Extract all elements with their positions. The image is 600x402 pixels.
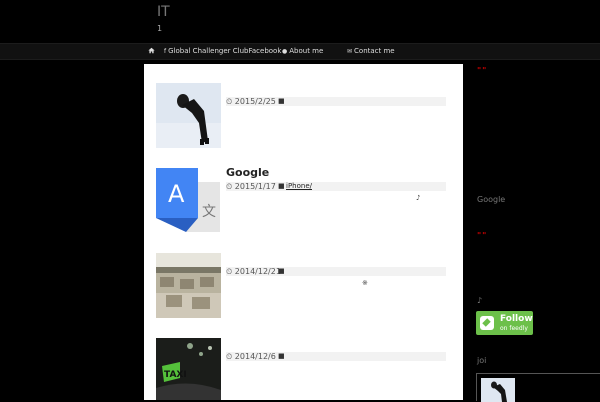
nav-item-label: Contact me xyxy=(354,47,395,55)
post-date: ⏲ 2014/12/6 xyxy=(226,352,276,361)
envelope-icon: ✉ xyxy=(347,48,353,55)
nav-item-facebook[interactable]: f Global Challenger ClubFacebook xyxy=(164,44,281,59)
post-date-text: 2014/12/6 xyxy=(234,352,276,361)
user-icon: ● xyxy=(282,48,288,55)
feedly-title: Follow xyxy=(500,314,533,324)
post-category-link[interactable]: iPhone/ xyxy=(286,182,312,191)
google-translate-thumb: A 文 xyxy=(156,168,221,233)
sidebar-heading-mark: "" xyxy=(477,231,488,240)
sidebar-google-text: Google xyxy=(477,195,506,204)
svg-text:A: A xyxy=(168,180,185,208)
post-meta: ⏲ 2014/12/6 ■ xyxy=(226,352,446,361)
bowing-man-icon xyxy=(481,378,515,402)
feedly-follow-button[interactable]: Follow on feedly xyxy=(476,311,533,335)
sidebar-profile-card[interactable] xyxy=(476,373,600,402)
svg-text:TAXI: TAXI xyxy=(164,370,187,380)
nav-item-label: About me xyxy=(289,47,324,55)
nav-item-about[interactable]: ● About me xyxy=(282,44,323,59)
post-meta: ⏲ 2015/2/25 ■ xyxy=(226,97,446,106)
asterisk-glyph: ※ xyxy=(362,279,368,287)
home-icon xyxy=(148,47,155,54)
folder-icon: ■ xyxy=(278,352,285,360)
post-date: ⏲ 2014/12/21 xyxy=(226,267,281,276)
post-date-text: 2015/1/17 xyxy=(234,182,276,191)
taxi-thumb: TAXI xyxy=(156,338,221,400)
nav-item-label: Global Challenger ClubFacebook xyxy=(168,47,282,55)
post-thumbnail[interactable]: A 文 xyxy=(156,168,221,233)
main-navbar: f Global Challenger ClubFacebook ● About m… xyxy=(0,43,600,60)
post-thumbnail[interactable] xyxy=(156,83,221,148)
bowing-man-thumb xyxy=(156,83,221,148)
feedly-icon xyxy=(480,316,494,330)
sidebar-profile-text: joi xyxy=(477,356,487,365)
office-thumb xyxy=(156,253,221,318)
site-title[interactable]: IT xyxy=(157,4,170,20)
post-meta: ⏲ 2014/12/21 ■ xyxy=(226,267,446,276)
nav-home[interactable] xyxy=(148,44,155,59)
svg-text:文: 文 xyxy=(202,204,216,220)
post-date: ⏲ 2015/2/25 xyxy=(226,97,276,106)
folder-icon: ■ xyxy=(278,182,285,190)
nav-item-contact[interactable]: ✉ Contact me xyxy=(347,44,395,59)
profile-thumbnail xyxy=(481,378,515,402)
sidebar-heading-mark: "" xyxy=(477,66,488,75)
post-thumbnail[interactable]: TAXI xyxy=(156,338,221,400)
post-meta: ⏲ 2015/1/17 ■ iPhone/ xyxy=(226,182,446,191)
post-date-text: 2014/12/21 xyxy=(234,267,281,276)
post-date-text: 2015/2/25 xyxy=(234,97,276,106)
note-glyph: ♪ xyxy=(416,194,421,202)
folder-icon: ■ xyxy=(278,97,285,105)
post-title[interactable]: Google xyxy=(226,166,269,179)
folder-icon: ■ xyxy=(278,267,285,275)
main-content: ⏲ 2015/2/25 ■ A 文 Google ⏲ 2015/1/17 ■ i… xyxy=(144,64,463,400)
post-date: ⏲ 2015/1/17 xyxy=(226,182,276,191)
facebook-icon: f xyxy=(164,48,167,55)
feedly-subtitle: on feedly xyxy=(500,325,528,332)
site-subtitle: 1 xyxy=(157,24,163,33)
post-thumbnail[interactable] xyxy=(156,253,221,318)
site-header: IT 1 xyxy=(0,0,600,44)
sidebar-note: ♪ xyxy=(477,296,483,305)
